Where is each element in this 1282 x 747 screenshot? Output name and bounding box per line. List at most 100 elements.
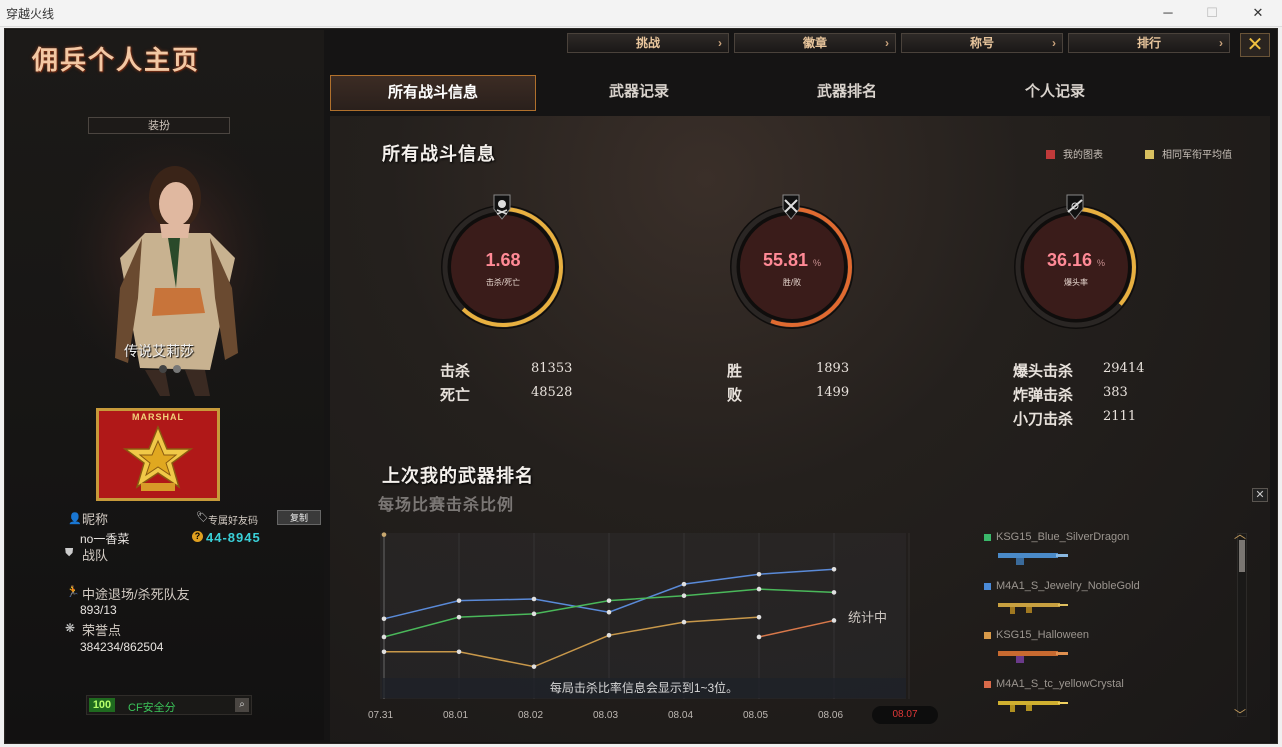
topnav-ranking[interactable]: 排行 › — [1068, 33, 1230, 53]
scrollbar-thumb[interactable] — [1239, 540, 1245, 572]
x-tick-label[interactable]: 08.07 — [872, 706, 938, 724]
skull-crossbones-icon — [493, 194, 511, 220]
weapon-name[interactable]: KSG15_Blue_SilverDragon — [996, 531, 1129, 543]
data-point — [756, 634, 762, 640]
gauge-value: 1.68 — [433, 250, 573, 271]
weapon-color-dot — [984, 534, 991, 541]
chevron-right-icon: › — [1219, 36, 1223, 50]
x-tick-label: 08.03 — [593, 710, 619, 721]
weapon-name[interactable]: M4A1_S_tc_yellowCrystal — [996, 678, 1124, 690]
topnav-badge[interactable]: 徽章 › — [734, 33, 896, 53]
gauge-unit: % — [1097, 258, 1106, 268]
data-point — [606, 598, 612, 603]
team-label: 战队 — [82, 548, 109, 563]
tab-all-battle-info[interactable]: 所有战斗信息 — [330, 75, 536, 111]
outfit-button[interactable]: 装扮 — [88, 117, 230, 134]
friend-code-value: 44-8945 — [206, 530, 261, 545]
weapon-color-dot — [984, 681, 991, 688]
close-icon[interactable]: ✕ — [1252, 488, 1268, 502]
gauge-unit: % — [813, 258, 822, 268]
data-point — [531, 611, 537, 617]
data-point — [681, 593, 687, 598]
rank-star-icon — [122, 425, 194, 491]
portrait-page-dot[interactable] — [159, 365, 167, 373]
gauge-caption: 击杀/死亡 — [485, 278, 521, 287]
deaths-label: 死亡 — [440, 387, 471, 404]
character-name: 传说艾莉莎 — [124, 343, 194, 359]
shotgun-icon — [998, 651, 1068, 663]
knife-kills-value: 2111 — [1103, 409, 1137, 424]
topnav-label: 称号 — [969, 36, 994, 50]
tab-weapon-ranking[interactable]: 武器排名 — [744, 75, 950, 111]
chevron-right-icon: › — [718, 36, 722, 50]
safety-score-bar: 100 CF安全分 ⌕ — [86, 695, 252, 715]
data-point — [831, 567, 837, 572]
friend-code-label: 专属好友码 — [208, 516, 258, 527]
bomb-kills-value: 383 — [1103, 385, 1128, 400]
portrait-page-dot[interactable] — [173, 365, 181, 373]
weapon-list-scrollbar[interactable] — [1237, 533, 1247, 717]
data-point — [606, 633, 612, 638]
topnav-label: 徽章 — [802, 36, 827, 50]
chevron-down-icon[interactable]: ﹀ — [1234, 706, 1246, 723]
kills-value: 81353 — [531, 361, 573, 376]
legend-swatch — [1046, 150, 1055, 159]
help-icon[interactable]: ? — [192, 531, 203, 542]
section-title-weapon-rank: 上次我的武器排名 — [382, 466, 534, 486]
user-icon: 👤 — [68, 513, 82, 525]
data-point — [756, 571, 762, 577]
x-tick-label: 08.02 — [518, 710, 544, 721]
chevron-right-icon: › — [885, 36, 889, 50]
headshot-kills-label: 爆头击杀 — [1013, 363, 1074, 380]
window-close-button[interactable]: ✕ — [1238, 3, 1278, 23]
weapon-color-dot — [984, 583, 991, 590]
weapon-color-dot — [984, 632, 991, 639]
x-tick-label: 08.05 — [743, 710, 769, 721]
legend-average: 相同军衔平均值 — [1145, 146, 1232, 161]
gauge-number: 36.16 — [1046, 250, 1092, 270]
tab-personal-records[interactable]: 个人记录 — [952, 75, 1158, 111]
headshot-kills-value: 29414 — [1103, 361, 1145, 376]
rank-badge: MARSHAL — [96, 408, 220, 501]
chart-note: 每局击杀比率信息会显示到1~3位。 — [382, 678, 906, 698]
quit-kill-value: 893/13 — [80, 603, 117, 617]
rifle-icon — [998, 701, 1068, 712]
window-title: 穿越火线 — [6, 7, 55, 21]
search-icon[interactable]: ⌕ — [235, 698, 249, 712]
shotgun-icon — [998, 553, 1068, 565]
wins-label: 胜 — [727, 363, 743, 380]
losses-label: 败 — [727, 387, 743, 404]
gauge-caption: 胜/败 — [782, 278, 802, 287]
series-line — [384, 616, 760, 668]
minimize-button[interactable]: ─ — [1148, 3, 1188, 23]
tab-weapon-records[interactable]: 武器记录 — [536, 75, 742, 111]
team-icon: ⛊ — [65, 547, 74, 559]
nickname-label: 昵称 — [82, 512, 109, 527]
maximize-button[interactable]: ☐ — [1192, 3, 1232, 23]
wins-value: 1893 — [816, 361, 850, 376]
gauge-headshot-rate: 36.16 % 爆头率 — [1006, 194, 1146, 340]
x-tick-label: 08.06 — [818, 710, 844, 721]
weapon-name[interactable]: M4A1_S_Jewelry_NobleGold — [996, 580, 1140, 592]
topnav-label: 排行 — [1136, 36, 1161, 50]
data-point — [831, 618, 837, 623]
data-point — [381, 616, 387, 622]
close-icon[interactable]: ✕ — [1240, 33, 1270, 57]
chart-subtitle: 每场比赛击杀比例 — [378, 497, 515, 514]
data-point — [381, 532, 387, 537]
series-line — [758, 619, 835, 638]
data-point — [531, 596, 537, 602]
gauge-win-rate: 55.81 % 胜/败 — [722, 194, 862, 340]
copy-button[interactable]: 复制 — [277, 510, 321, 525]
weapon-name[interactable]: KSG15_Halloween — [996, 629, 1089, 641]
legend-label: 我的图表 — [1063, 150, 1103, 161]
topnav-title[interactable]: 称号 › — [901, 33, 1063, 53]
crossed-swords-icon — [782, 194, 800, 220]
x-tick-label: 08.01 — [443, 710, 469, 721]
topnav-challenge[interactable]: 挑战 › — [567, 33, 729, 53]
legend-mine: 我的图表 — [1046, 146, 1103, 161]
crosshair-rifle-icon — [1066, 194, 1084, 220]
runner-icon: 🏃 — [66, 586, 80, 598]
section-title-battle: 所有战斗信息 — [382, 144, 496, 164]
chevron-up-icon[interactable]: ︿ — [1234, 525, 1246, 542]
